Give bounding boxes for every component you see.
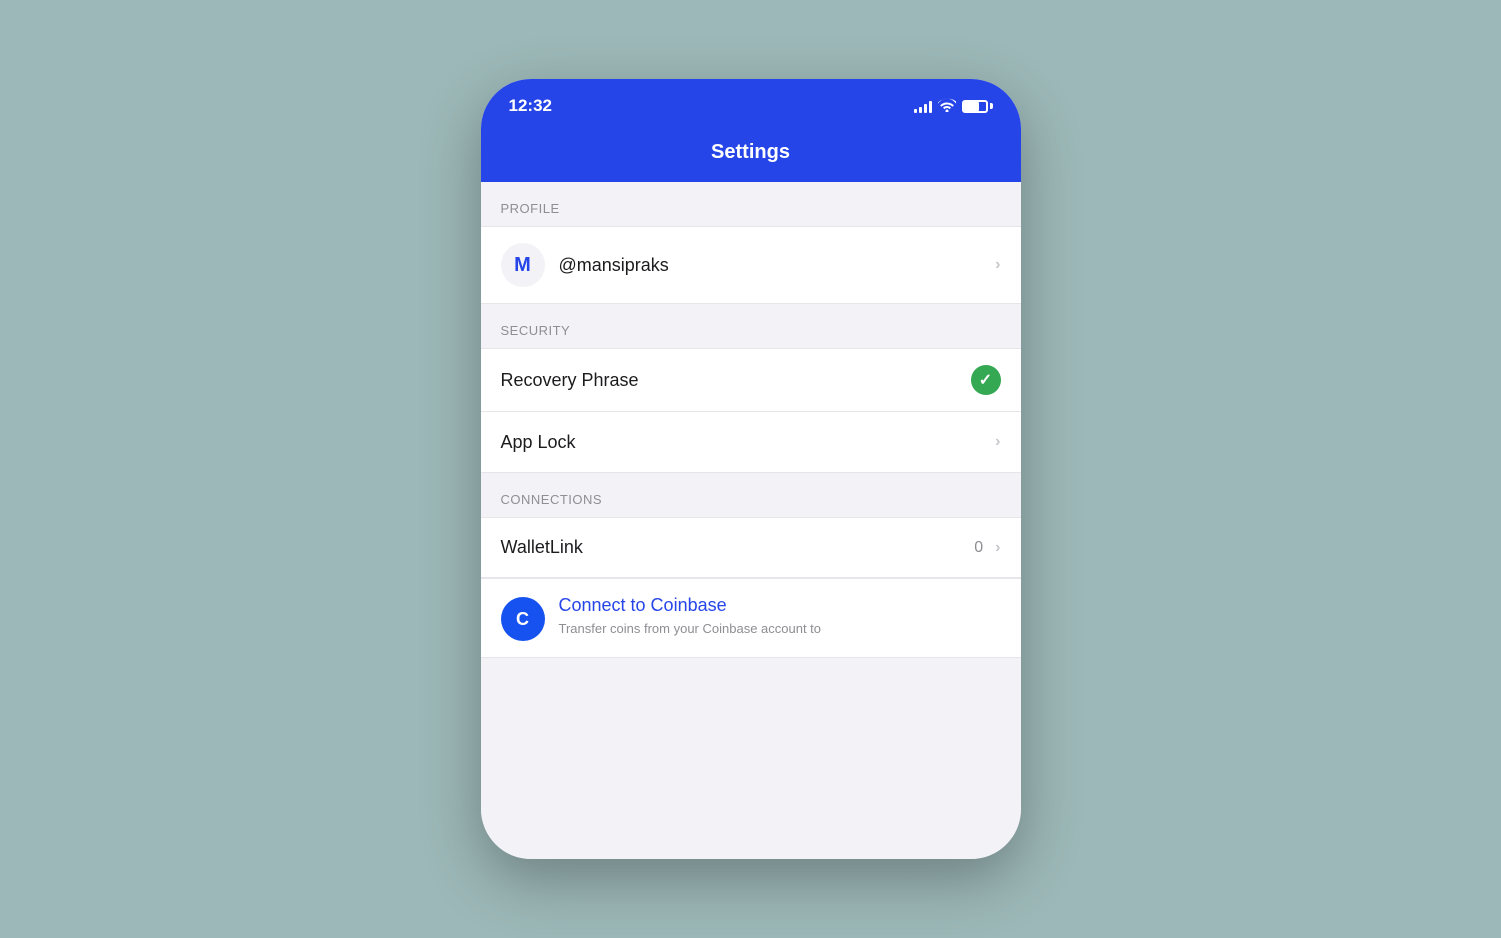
- connect-text-container: Connect to Coinbase Transfer coins from …: [559, 595, 1001, 638]
- signal-bar-1: [914, 109, 917, 113]
- wallet-link-item[interactable]: WalletLink 0 ›: [481, 518, 1021, 578]
- app-lock-right: ›: [995, 433, 1000, 451]
- profile-section-header: PROFILE: [481, 182, 1021, 226]
- wifi-icon: [938, 98, 956, 115]
- connect-coinbase-item[interactable]: C Connect to Coinbase Transfer coins fro…: [481, 578, 1021, 657]
- wallet-link-chevron-icon: ›: [995, 539, 1000, 557]
- connect-coinbase-subtitle: Transfer coins from your Coinbase accoun…: [559, 620, 1001, 638]
- security-section-header: SECURITY: [481, 304, 1021, 348]
- wallet-link-label: WalletLink: [501, 537, 975, 558]
- profile-section-label: PROFILE: [501, 201, 560, 216]
- connections-list-group: WalletLink 0 › C Connect to Coinbase Tra…: [481, 517, 1021, 658]
- username-text: @mansipraks: [559, 255, 996, 276]
- connect-coinbase-title: Connect to Coinbase: [559, 595, 1001, 616]
- status-time: 12:32: [509, 96, 552, 116]
- profile-chevron-icon: ›: [995, 256, 1000, 274]
- avatar: M: [501, 243, 545, 287]
- battery-icon: [962, 100, 993, 113]
- coinbase-logo-letter: C: [516, 609, 529, 630]
- connections-section-header: CONNECTIONS: [481, 473, 1021, 517]
- wallet-link-count: 0: [974, 539, 983, 557]
- security-list-group: Recovery Phrase ✓ App Lock ›: [481, 348, 1021, 473]
- coinbase-icon: C: [501, 597, 545, 641]
- profile-list-group: M @mansipraks ›: [481, 226, 1021, 304]
- status-icons: [914, 98, 993, 115]
- navigation-bar: Settings: [481, 129, 1021, 182]
- phone-frame: 12:32 Settings: [481, 79, 1021, 859]
- security-section-label: SECURITY: [501, 323, 571, 338]
- connections-section-label: CONNECTIONS: [501, 492, 603, 507]
- profile-chevron-container: ›: [995, 256, 1000, 274]
- signal-bar-2: [919, 107, 922, 113]
- recovery-phrase-item[interactable]: Recovery Phrase ✓: [481, 349, 1021, 412]
- recovery-phrase-check-badge: ✓: [971, 365, 1001, 395]
- app-lock-label: App Lock: [501, 432, 996, 453]
- profile-list-item[interactable]: M @mansipraks ›: [481, 227, 1021, 303]
- signal-bar-3: [924, 104, 927, 113]
- app-lock-item[interactable]: App Lock ›: [481, 412, 1021, 472]
- settings-content: PROFILE M @mansipraks › SECURITY Recover…: [481, 182, 1021, 859]
- recovery-phrase-label: Recovery Phrase: [501, 370, 971, 391]
- nav-title: Settings: [711, 141, 790, 163]
- recovery-phrase-right: ✓: [971, 365, 1001, 395]
- signal-bar-4: [929, 101, 932, 113]
- check-icon: ✓: [979, 370, 992, 390]
- app-lock-chevron-icon: ›: [995, 433, 1000, 451]
- signal-bars-icon: [914, 100, 932, 113]
- status-bar: 12:32: [481, 79, 1021, 129]
- avatar-letter: M: [514, 254, 531, 277]
- wallet-link-right: 0 ›: [974, 539, 1000, 557]
